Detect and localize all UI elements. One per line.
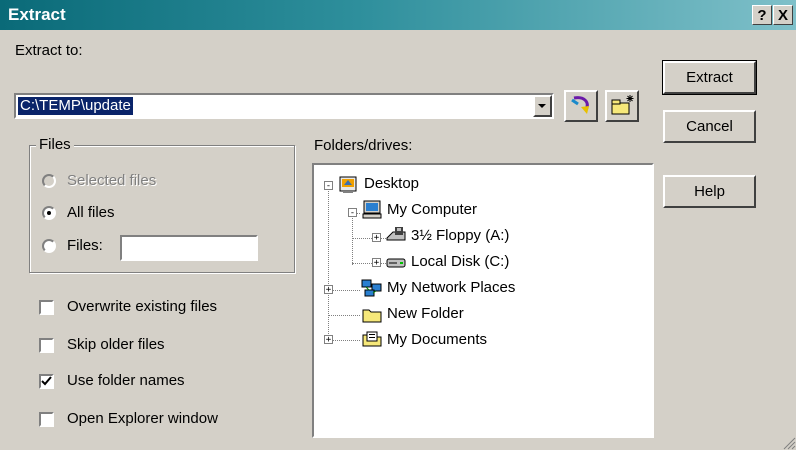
tree-item-my-documents[interactable]: My Documents (387, 331, 487, 348)
folders-tree[interactable]: - Desktop - My Computer + 3½ Floppy (A:)… (312, 163, 654, 438)
folder-icon (362, 309, 382, 323)
use-folder-names-label: Use folder names (67, 372, 185, 389)
dropdown-arrow-button[interactable] (533, 95, 552, 117)
overwrite-existing-label: Overwrite existing files (67, 298, 218, 315)
tree-item-floppy[interactable]: 3½ Floppy (A:) (411, 227, 509, 244)
my-documents-icon (362, 331, 382, 347)
checkbox-box[interactable] (39, 374, 54, 389)
radio-files-label: Files: (67, 237, 103, 254)
extract-button[interactable]: Extract (662, 60, 757, 95)
resize-grip-icon[interactable] (782, 436, 796, 450)
new-folder-icon (611, 95, 634, 115)
extract-to-value[interactable]: C:\TEMP\update (18, 97, 133, 115)
extract-to-combobox[interactable]: C:\TEMP\update (14, 93, 554, 119)
close-button[interactable]: X (773, 5, 793, 25)
expand-toggle[interactable]: + (324, 335, 333, 345)
tree-item-local-disk[interactable]: Local Disk (C:) (411, 253, 509, 270)
collapse-toggle[interactable]: - (324, 181, 333, 191)
new-folder-button[interactable] (605, 90, 639, 122)
chevron-down-icon (538, 104, 546, 108)
radio-button[interactable] (42, 239, 56, 253)
window-title: Extract (8, 5, 66, 24)
radio-button[interactable] (42, 174, 56, 188)
checkbox-box[interactable] (39, 412, 54, 427)
tree-item-my-computer[interactable]: My Computer (387, 201, 477, 218)
radio-selected-dot (47, 211, 51, 215)
network-places-icon (361, 279, 382, 297)
tree-item-my-network-places[interactable]: My Network Places (387, 279, 515, 296)
tree-item-desktop[interactable]: Desktop (364, 175, 419, 192)
help-button[interactable]: Help (663, 175, 756, 208)
checkbox-box[interactable] (39, 338, 54, 353)
expand-toggle[interactable]: + (324, 285, 333, 295)
computer-icon (362, 200, 382, 219)
radio-all-files-label: All files (67, 204, 115, 221)
radio-selected-files-label: Selected files (67, 172, 157, 189)
collapse-toggle[interactable]: - (348, 208, 357, 218)
files-pattern-input[interactable] (120, 235, 258, 261)
browse-arrow-icon (571, 96, 589, 114)
tree-connector (328, 315, 360, 316)
expand-toggle[interactable]: + (372, 233, 381, 243)
open-explorer-label: Open Explorer window (67, 410, 218, 427)
cancel-button[interactable]: Cancel (663, 110, 756, 143)
desktop-icon (339, 176, 357, 193)
files-group-title: Files (36, 136, 74, 153)
tree-connector (328, 189, 329, 340)
checkmark-icon (41, 376, 52, 386)
skip-older-label: Skip older files (67, 336, 165, 353)
browse-button[interactable] (564, 90, 598, 122)
folders-drives-label: Folders/drives: (314, 137, 413, 154)
floppy-drive-icon (386, 227, 406, 241)
title-bar[interactable]: Extract ? X (0, 0, 796, 30)
tree-connector (352, 215, 353, 265)
checkbox-box[interactable] (39, 300, 54, 315)
radio-button[interactable] (42, 206, 56, 220)
help-title-button[interactable]: ? (752, 5, 772, 25)
tree-item-new-folder[interactable]: New Folder (387, 305, 464, 322)
hard-drive-icon (386, 258, 406, 268)
extract-to-label: Extract to: (15, 42, 83, 59)
expand-toggle[interactable]: + (372, 258, 381, 268)
